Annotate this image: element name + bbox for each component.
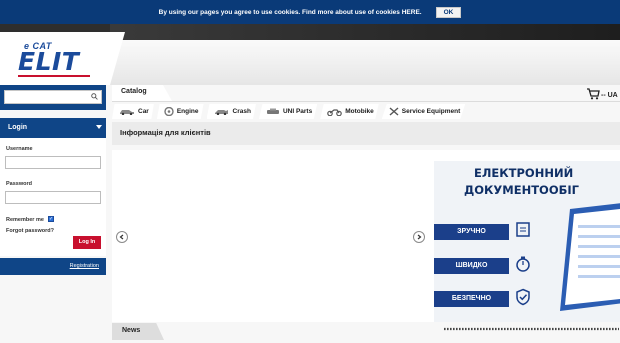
cookie-ok-button[interactable]: OK bbox=[435, 6, 462, 18]
logo[interactable]: ELIT bbox=[18, 47, 79, 76]
shield-check-icon bbox=[516, 288, 530, 306]
banner-feature-3: БЕЗПЕЧНО bbox=[434, 291, 509, 307]
engine-icon bbox=[164, 107, 174, 116]
catalog-item-label: Engine bbox=[176, 108, 199, 115]
catalog-divider bbox=[112, 101, 620, 102]
catalog-item-crash[interactable]: Crash bbox=[206, 104, 256, 119]
password-label: Password bbox=[6, 181, 32, 187]
motorbike-icon bbox=[327, 108, 343, 116]
search-box bbox=[4, 90, 102, 104]
tools-icon bbox=[389, 107, 399, 116]
forgot-password-link[interactable]: Forgot password? bbox=[6, 228, 54, 234]
stopwatch-icon bbox=[516, 256, 530, 272]
news-tab[interactable]: News bbox=[112, 323, 164, 340]
chevron-down-icon bbox=[96, 125, 102, 129]
page-title: Інформація для клієнтів bbox=[112, 122, 620, 145]
username-label: Username bbox=[6, 146, 33, 152]
login-title: Login bbox=[8, 124, 28, 131]
slider-next-button[interactable] bbox=[413, 231, 425, 243]
language-selector[interactable]: -- UA bbox=[601, 92, 618, 99]
banner-headline-2: ДОКУМЕНТООБІГ bbox=[464, 183, 579, 197]
chevron-left-icon bbox=[119, 234, 124, 240]
remember-label: Remember me bbox=[6, 217, 44, 223]
password-field[interactable] bbox=[5, 191, 101, 204]
login-button[interactable]: Log In bbox=[73, 236, 101, 249]
catalog-item-motobike[interactable]: Motobike bbox=[320, 104, 379, 119]
search-input[interactable] bbox=[5, 91, 85, 103]
catalog-item-label: Crash bbox=[232, 108, 251, 115]
cart-icon[interactable] bbox=[586, 88, 600, 100]
uni-parts-icon bbox=[266, 108, 279, 114]
banner-image[interactable]: ЕЛЕКТРОННИЙ ДОКУМЕНТООБІГ ЗРУЧНО ШВИДКО … bbox=[434, 161, 620, 322]
banner-feature-1: ЗРУЧНО bbox=[434, 224, 509, 240]
remember-checkbox[interactable]: ✓ bbox=[48, 216, 54, 222]
catalog-menu: Car Engine Crash UNI Parts Motobike Serv… bbox=[112, 104, 466, 119]
catalog-item-car[interactable]: Car bbox=[112, 104, 154, 119]
login-header[interactable]: Login bbox=[0, 118, 106, 138]
document-icon bbox=[516, 222, 530, 237]
catalog-item-uni-parts[interactable]: UNI Parts bbox=[258, 104, 318, 119]
search-icon[interactable] bbox=[91, 93, 98, 100]
slider-prev-button[interactable] bbox=[116, 231, 128, 243]
registration-bar: Registration bbox=[0, 258, 106, 275]
catalog-item-label: Car bbox=[138, 108, 149, 115]
catalog-item-engine[interactable]: Engine bbox=[156, 104, 204, 119]
catalog-item-service-equipment[interactable]: Service Equipment bbox=[381, 104, 466, 119]
banner-feature-2: ШВИДКО bbox=[434, 258, 509, 274]
car-icon bbox=[120, 110, 134, 115]
catalog-item-label: Service Equipment bbox=[401, 108, 461, 115]
chevron-right-icon bbox=[417, 234, 422, 240]
catalog-tab[interactable]: Catalog bbox=[112, 85, 172, 101]
banner-headline-1: ЕЛЕКТРОННИЙ bbox=[474, 166, 574, 180]
cookie-message: By using our pages you agree to use cook… bbox=[158, 8, 422, 16]
username-field[interactable] bbox=[5, 156, 101, 169]
search-bar bbox=[0, 85, 106, 110]
page-root: By using our pages you agree to use cook… bbox=[0, 0, 620, 343]
registration-link[interactable]: Registration bbox=[70, 263, 99, 269]
catalog-item-label: Motobike bbox=[345, 108, 374, 115]
catalog-item-label: UNI Parts bbox=[282, 108, 313, 115]
cookie-bar: By using our pages you agree to use cook… bbox=[0, 0, 620, 24]
crash-car-icon bbox=[214, 110, 228, 115]
laptop-illustration bbox=[560, 203, 620, 311]
slider-pagination[interactable] bbox=[443, 327, 620, 331]
logo-underline bbox=[18, 75, 90, 77]
